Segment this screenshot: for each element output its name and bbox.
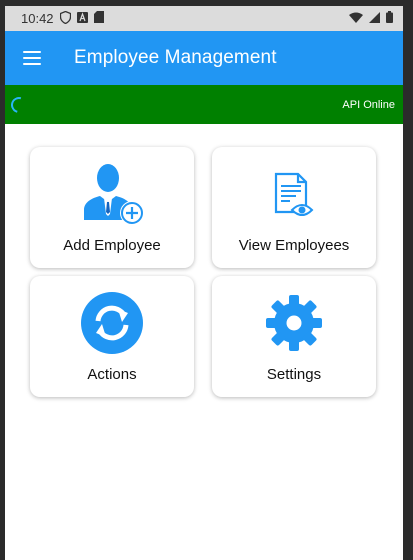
wifi-icon [349, 11, 363, 26]
tile-label: Actions [87, 366, 137, 383]
tile-label: Settings [266, 366, 322, 383]
status-bar: 10:42 [5, 6, 403, 31]
api-status-label: API Online [342, 98, 395, 111]
tile-label: Add Employee [63, 237, 161, 254]
a-box-icon [76, 11, 88, 26]
sd-card-icon [93, 11, 104, 26]
loading-spinner-icon [8, 93, 30, 116]
phone-screen: 10:42 Employee Management API Online Add… [5, 6, 403, 560]
status-time: 10:42 [21, 11, 54, 26]
app-bar: Employee Management [5, 31, 403, 85]
signal-icon [369, 11, 380, 26]
actions-tile[interactable]: Actions [30, 276, 194, 397]
shield-icon [59, 10, 71, 27]
battery-icon [386, 11, 393, 26]
add-employee-tile[interactable]: Add Employee [30, 147, 194, 268]
sync-circle-icon [80, 290, 144, 356]
add-person-icon [80, 161, 144, 227]
tile-label: View Employees [238, 237, 350, 254]
view-employees-tile[interactable]: View Employees [212, 147, 376, 268]
api-status-bar: API Online [5, 85, 403, 124]
settings-tile[interactable]: Settings [212, 276, 376, 397]
document-view-icon [272, 161, 316, 227]
app-title: Employee Management [74, 47, 277, 68]
hamburger-menu-icon[interactable] [23, 51, 41, 65]
gear-icon [264, 290, 324, 356]
